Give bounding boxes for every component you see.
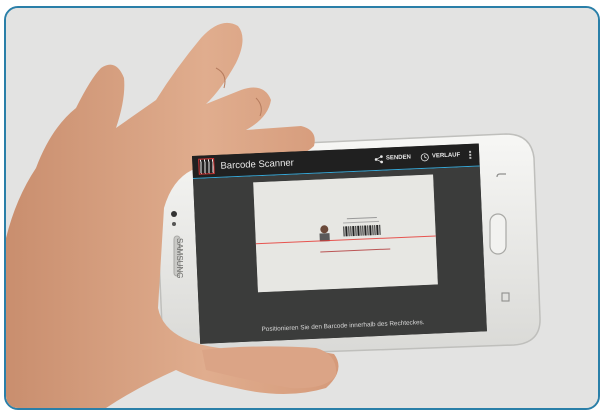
camera-viewfinder: Positionieren Sie den Barcode innerhalb …	[193, 166, 487, 344]
send-button-label: SENDEN	[385, 154, 412, 162]
photo-frame: SAMSUNG Barcode Scanner SENDEN VERLAUF P…	[4, 6, 600, 410]
history-icon	[420, 152, 429, 161]
overflow-menu-icon[interactable]	[469, 150, 472, 159]
history-button-label: VERLAUF	[431, 152, 461, 160]
send-button[interactable]: SENDEN	[374, 153, 411, 164]
barcode-app-icon	[198, 158, 215, 175]
phone-screen: Barcode Scanner SENDEN VERLAUF Positioni…	[192, 143, 487, 344]
app-title: Barcode Scanner	[220, 157, 295, 172]
history-button[interactable]: VERLAUF	[420, 151, 461, 162]
scan-target-area	[253, 174, 438, 293]
share-icon	[374, 154, 383, 163]
scanned-document	[253, 174, 438, 293]
scan-hint-text: Positionieren Sie den Barcode innerhalb …	[261, 319, 425, 334]
phone-brand-label: SAMSUNG	[175, 238, 184, 278]
